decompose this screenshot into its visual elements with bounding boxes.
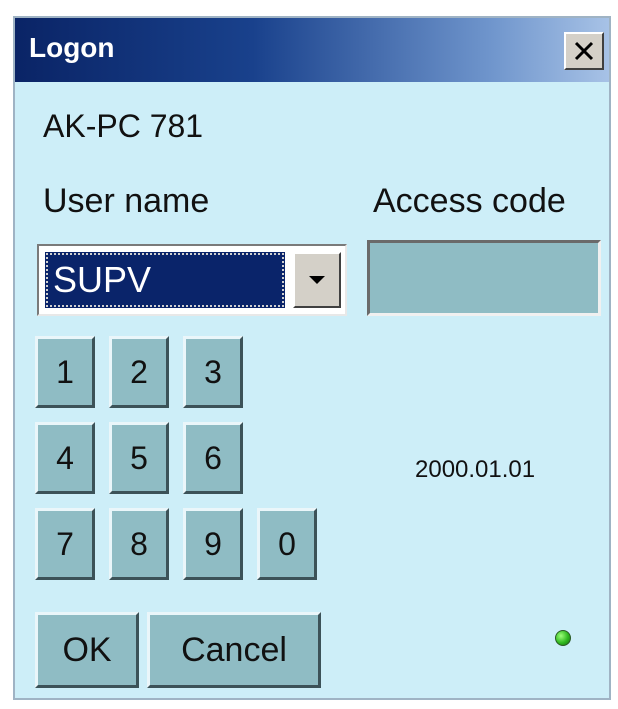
keypad-key-8[interactable]: 8 (109, 508, 169, 580)
user-name-label: User name (43, 182, 210, 220)
cancel-button[interactable]: Cancel (147, 612, 321, 688)
keypad-key-1[interactable]: 1 (35, 336, 95, 408)
keypad-key-5[interactable]: 5 (109, 422, 169, 494)
logon-window: Logon AK-PC 781 User name Access code SU… (13, 16, 611, 700)
access-code-input[interactable] (367, 240, 601, 316)
dropdown-toggle-button[interactable] (293, 252, 341, 308)
status-led-icon (555, 630, 571, 646)
close-button[interactable] (564, 32, 604, 70)
window-title: Logon (29, 32, 115, 63)
title-bar: Logon (15, 18, 609, 82)
close-icon (574, 41, 594, 61)
keypad-key-7[interactable]: 7 (35, 508, 95, 580)
keypad-key-0[interactable]: 0 (257, 508, 317, 580)
keypad-key-3[interactable]: 3 (183, 336, 243, 408)
user-name-selected-value[interactable]: SUPV (45, 252, 285, 308)
date-display: 2000.01.01 (415, 456, 536, 483)
access-code-label: Access code (373, 182, 566, 220)
keypad-key-4[interactable]: 4 (35, 422, 95, 494)
keypad-key-6[interactable]: 6 (183, 422, 243, 494)
ok-button[interactable]: OK (35, 612, 139, 688)
keypad-key-9[interactable]: 9 (183, 508, 243, 580)
user-name-dropdown[interactable]: SUPV (37, 244, 347, 316)
keypad-key-2[interactable]: 2 (109, 336, 169, 408)
device-name: AK-PC 781 (43, 108, 204, 144)
chevron-down-icon (309, 276, 325, 284)
